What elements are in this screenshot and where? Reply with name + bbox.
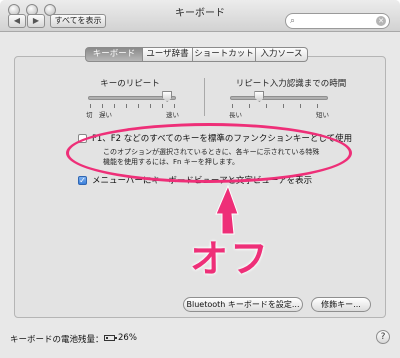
modifier-keys-button[interactable]: 修飾キー... (311, 297, 371, 312)
battery-percent: 26% (118, 333, 137, 343)
annotation-text: オフ (190, 237, 271, 281)
battery-label: キーボードの電池残量： (10, 335, 104, 345)
help-button[interactable]: ? (376, 330, 390, 344)
bluetooth-setup-button[interactable]: Bluetooth キーボードを設定... (183, 297, 303, 312)
preferences-window: キーボード ◀ ▶ すべてを表示 ⌕ ✕ キーボード ユーザ辞書 ショートカット… (0, 0, 400, 358)
battery-icon (104, 335, 117, 341)
battery-level-fill (106, 337, 108, 339)
